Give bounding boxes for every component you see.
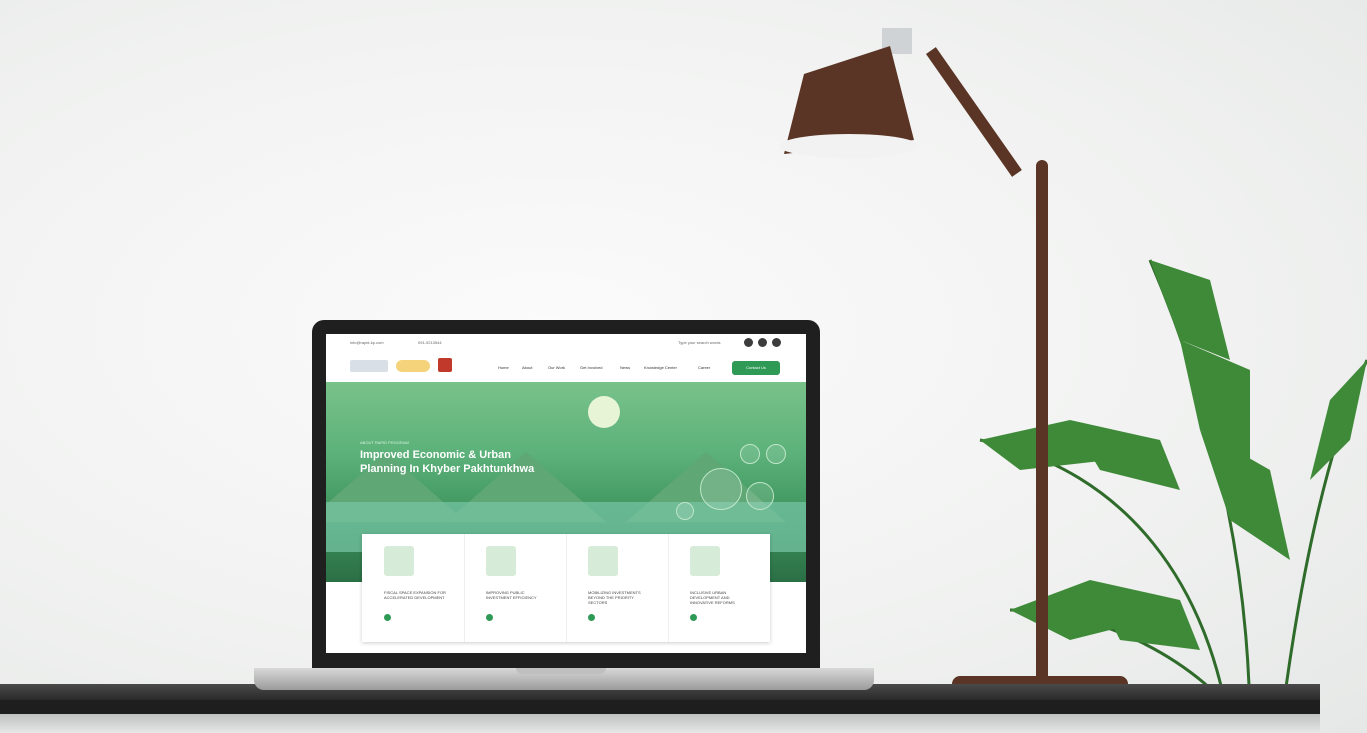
card-label: INCLUSIVE URBAN DEVELOPMENT AND INNOVATI… (690, 590, 735, 605)
arrow-icon[interactable] (486, 614, 493, 621)
nav-home[interactable]: Home (498, 365, 509, 370)
sun-illustration (588, 396, 620, 428)
nav-knowledge-center[interactable]: Knowledge Center (644, 365, 677, 370)
table-edge (0, 700, 1320, 714)
card-illustration (690, 546, 720, 576)
table-shadow (0, 714, 1320, 733)
photo-scene: info@rapid-kp.com 091-9213544 Type your … (0, 0, 1367, 733)
logo-government[interactable] (350, 360, 388, 372)
search-input[interactable]: Type your search words (678, 340, 738, 345)
topbar-email[interactable]: info@rapid-kp.com (350, 340, 384, 345)
card-label: FISCAL SPACE EXPANSION FOR ACCELERATED D… (384, 590, 446, 600)
card-label: IMPROVING PUBLIC INVESTMENT EFFICIENCY (486, 590, 537, 600)
laptop-notch (516, 668, 606, 674)
card[interactable]: IMPROVING PUBLIC INVESTMENT EFFICIENCY (464, 534, 567, 642)
card-label: MOBILIZING INVESTMENTS BEYOND THE PRIORI… (588, 590, 641, 605)
arrow-icon[interactable] (588, 614, 595, 621)
twitter-icon[interactable] (758, 338, 767, 347)
youtube-icon[interactable] (772, 338, 781, 347)
nav-our-work[interactable]: Our Work (548, 365, 565, 370)
laptop-screen: info@rapid-kp.com 091-9213544 Type your … (326, 334, 806, 653)
lamp-pole (1036, 160, 1048, 682)
contact-us-button[interactable]: Contact Us (732, 361, 780, 375)
program-cards: FISCAL SPACE EXPANSION FOR ACCELERATED D… (362, 534, 770, 642)
card-illustration (588, 546, 618, 576)
topbar: info@rapid-kp.com 091-9213544 Type your … (326, 334, 806, 352)
card[interactable]: MOBILIZING INVESTMENTS BEYOND THE PRIORI… (566, 534, 669, 642)
card-illustration (384, 546, 414, 576)
card-illustration (486, 546, 516, 576)
facebook-icon[interactable] (744, 338, 753, 347)
laptop: info@rapid-kp.com 091-9213544 Type your … (312, 320, 820, 672)
nav-career[interactable]: Career (698, 365, 710, 370)
tree-icon (740, 444, 760, 464)
hero-title: Improved Economic & Urban Planning In Kh… (360, 449, 535, 475)
home-icon (766, 444, 786, 464)
palm-plant (979, 259, 1367, 733)
card[interactable]: FISCAL SPACE EXPANSION FOR ACCELERATED D… (362, 534, 465, 642)
lamp-shade (779, 28, 919, 158)
nav-about[interactable]: About (522, 365, 532, 370)
topbar-phone[interactable]: 091-9213544 (418, 340, 442, 345)
lungs-icon (700, 468, 742, 510)
logo-rapid[interactable] (396, 360, 430, 372)
leaf-icon (676, 502, 694, 520)
nav-get-involved[interactable]: Get Involved (580, 365, 602, 370)
arrow-icon[interactable] (384, 614, 391, 621)
chart-icon (746, 482, 774, 510)
card[interactable]: INCLUSIVE URBAN DEVELOPMENT AND INNOVATI… (668, 534, 770, 642)
navbar: Home About Our Work Get Involved News Kn… (326, 352, 806, 383)
arrow-icon[interactable] (690, 614, 697, 621)
logo-ukaid (438, 358, 452, 372)
hero-eyebrow: ABOUT RAPID PROGRAM (360, 440, 409, 445)
nav-news[interactable]: News (620, 365, 630, 370)
